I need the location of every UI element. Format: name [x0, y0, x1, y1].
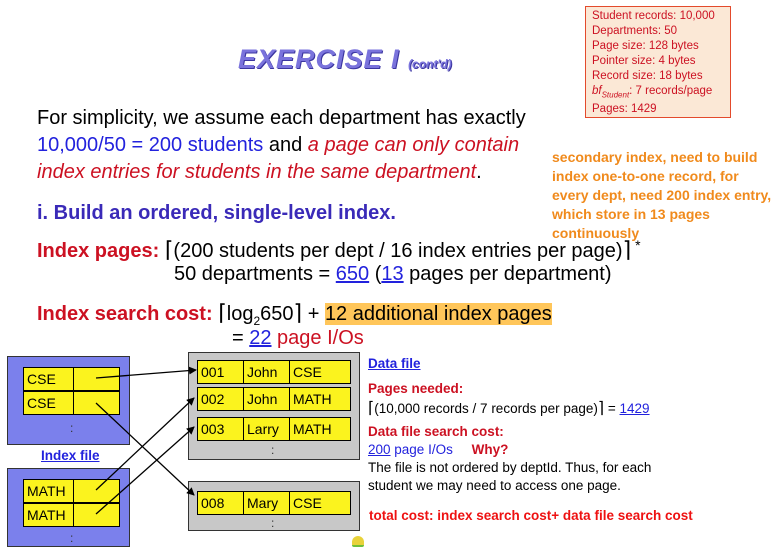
pages-needed-label: Pages needed: [368, 381, 464, 396]
pointer-arrow [95, 426, 195, 515]
pointer-arrow [95, 397, 195, 491]
data-search-explanation-2: student we may need to access one page. [368, 478, 621, 493]
nav-icon [352, 536, 364, 547]
data-file-title: Data file [368, 356, 421, 371]
pointer-arrow [95, 402, 195, 496]
total-cost: total cost: index search cost+ data file… [369, 508, 693, 523]
data-search-label: Data file search cost: [368, 424, 504, 439]
pages-needed-expr: ⌈(10,000 records / 7 records per page)⌉ … [368, 400, 650, 417]
data-search-explanation-1: The file is not ordered by deptId. Thus,… [368, 460, 652, 475]
data-search-value: 200 page I/Os Why? [368, 442, 509, 457]
pointer-arrow [95, 366, 197, 379]
